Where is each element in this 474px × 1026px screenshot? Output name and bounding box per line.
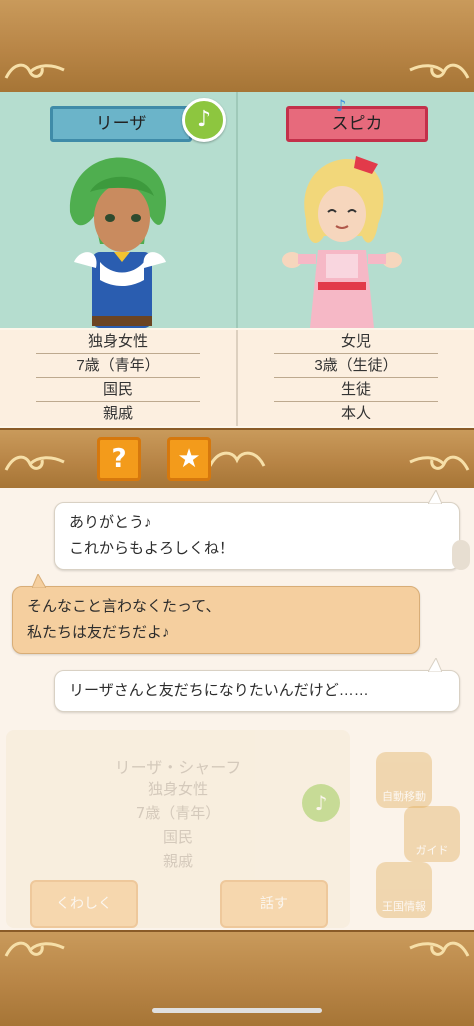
info-relation: 親戚: [102, 405, 133, 422]
ornament-icon: [409, 455, 470, 471]
chat-bubble-left: そんなこと言わなくたって、 私たちは友だちだよ♪: [12, 586, 420, 654]
info-status: 生徒: [274, 378, 438, 402]
ornament-icon: [208, 451, 266, 467]
info-status: 国民: [36, 378, 200, 402]
guide-icon: ガイド: [404, 806, 460, 862]
info-type: 独身女性: [36, 330, 200, 354]
character-avatar-left[interactable]: [60, 152, 180, 328]
chat-line: ありがとう♪: [69, 514, 152, 531]
info-relation: 本人: [340, 405, 371, 422]
info-table-left: 独身女性 7歳（青年） 国民 親戚: [0, 330, 238, 426]
music-note-icon: ♪: [302, 784, 340, 822]
music-note-icon[interactable]: ♪: [182, 98, 226, 142]
chat-line: これからもよろしくね！: [69, 540, 235, 557]
bubble-tail: [428, 658, 442, 672]
scroll-handle[interactable]: [452, 540, 470, 570]
chat-bubble-right: ありがとう♪ これからもよろしくね！: [54, 502, 460, 570]
kingdom-info-icon: 王国情報: [376, 862, 432, 918]
background-row: 国民: [162, 828, 193, 846]
info-table-right: 女児 3歳（生徒） 生徒 本人: [238, 330, 474, 426]
ornament-icon: [4, 63, 65, 79]
auto-move-icon: 自動移動: [376, 752, 432, 808]
character-name-left: リーザ: [50, 106, 192, 142]
help-button[interactable]: ?: [97, 437, 141, 481]
top-wood-bar: [0, 0, 474, 94]
home-indicator[interactable]: [152, 1008, 322, 1013]
info-age: 3歳（生徒）: [274, 354, 438, 378]
character-avatar-right[interactable]: [282, 150, 402, 328]
favorite-button[interactable]: ★: [167, 437, 211, 481]
info-type: 女児: [274, 330, 438, 354]
chat-line: リーザさんと友だちになりたいんだけど……: [69, 682, 369, 699]
background-row: 親戚: [162, 852, 193, 870]
background-row: 独身女性: [147, 780, 208, 798]
middle-wood-bar: [0, 428, 474, 490]
details-button: くわしく: [30, 880, 138, 928]
ornament-icon: [409, 941, 470, 957]
bubble-tail: [32, 574, 46, 588]
chat-line: 私たちは友だちだよ♪: [27, 624, 170, 641]
ornament-icon: [409, 63, 470, 79]
ornament-icon: [4, 455, 65, 471]
chat-bubble-right: リーザさんと友だちになりたいんだけど……: [54, 670, 460, 712]
bubble-tail: [428, 490, 442, 504]
music-note-icon: ♪: [336, 96, 347, 115]
ornament-icon: [4, 941, 65, 957]
chat-line: そんなこと言わなくたって、: [27, 598, 221, 615]
talk-button: 話す: [220, 880, 328, 928]
character-name-right: スピカ: [286, 106, 428, 142]
background-row: 7歳（青年）: [135, 804, 221, 822]
background-name: リーザ・シャーフ: [114, 758, 242, 777]
character-panel-right[interactable]: スピカ: [238, 92, 474, 328]
info-age: 7歳（青年）: [36, 354, 200, 378]
